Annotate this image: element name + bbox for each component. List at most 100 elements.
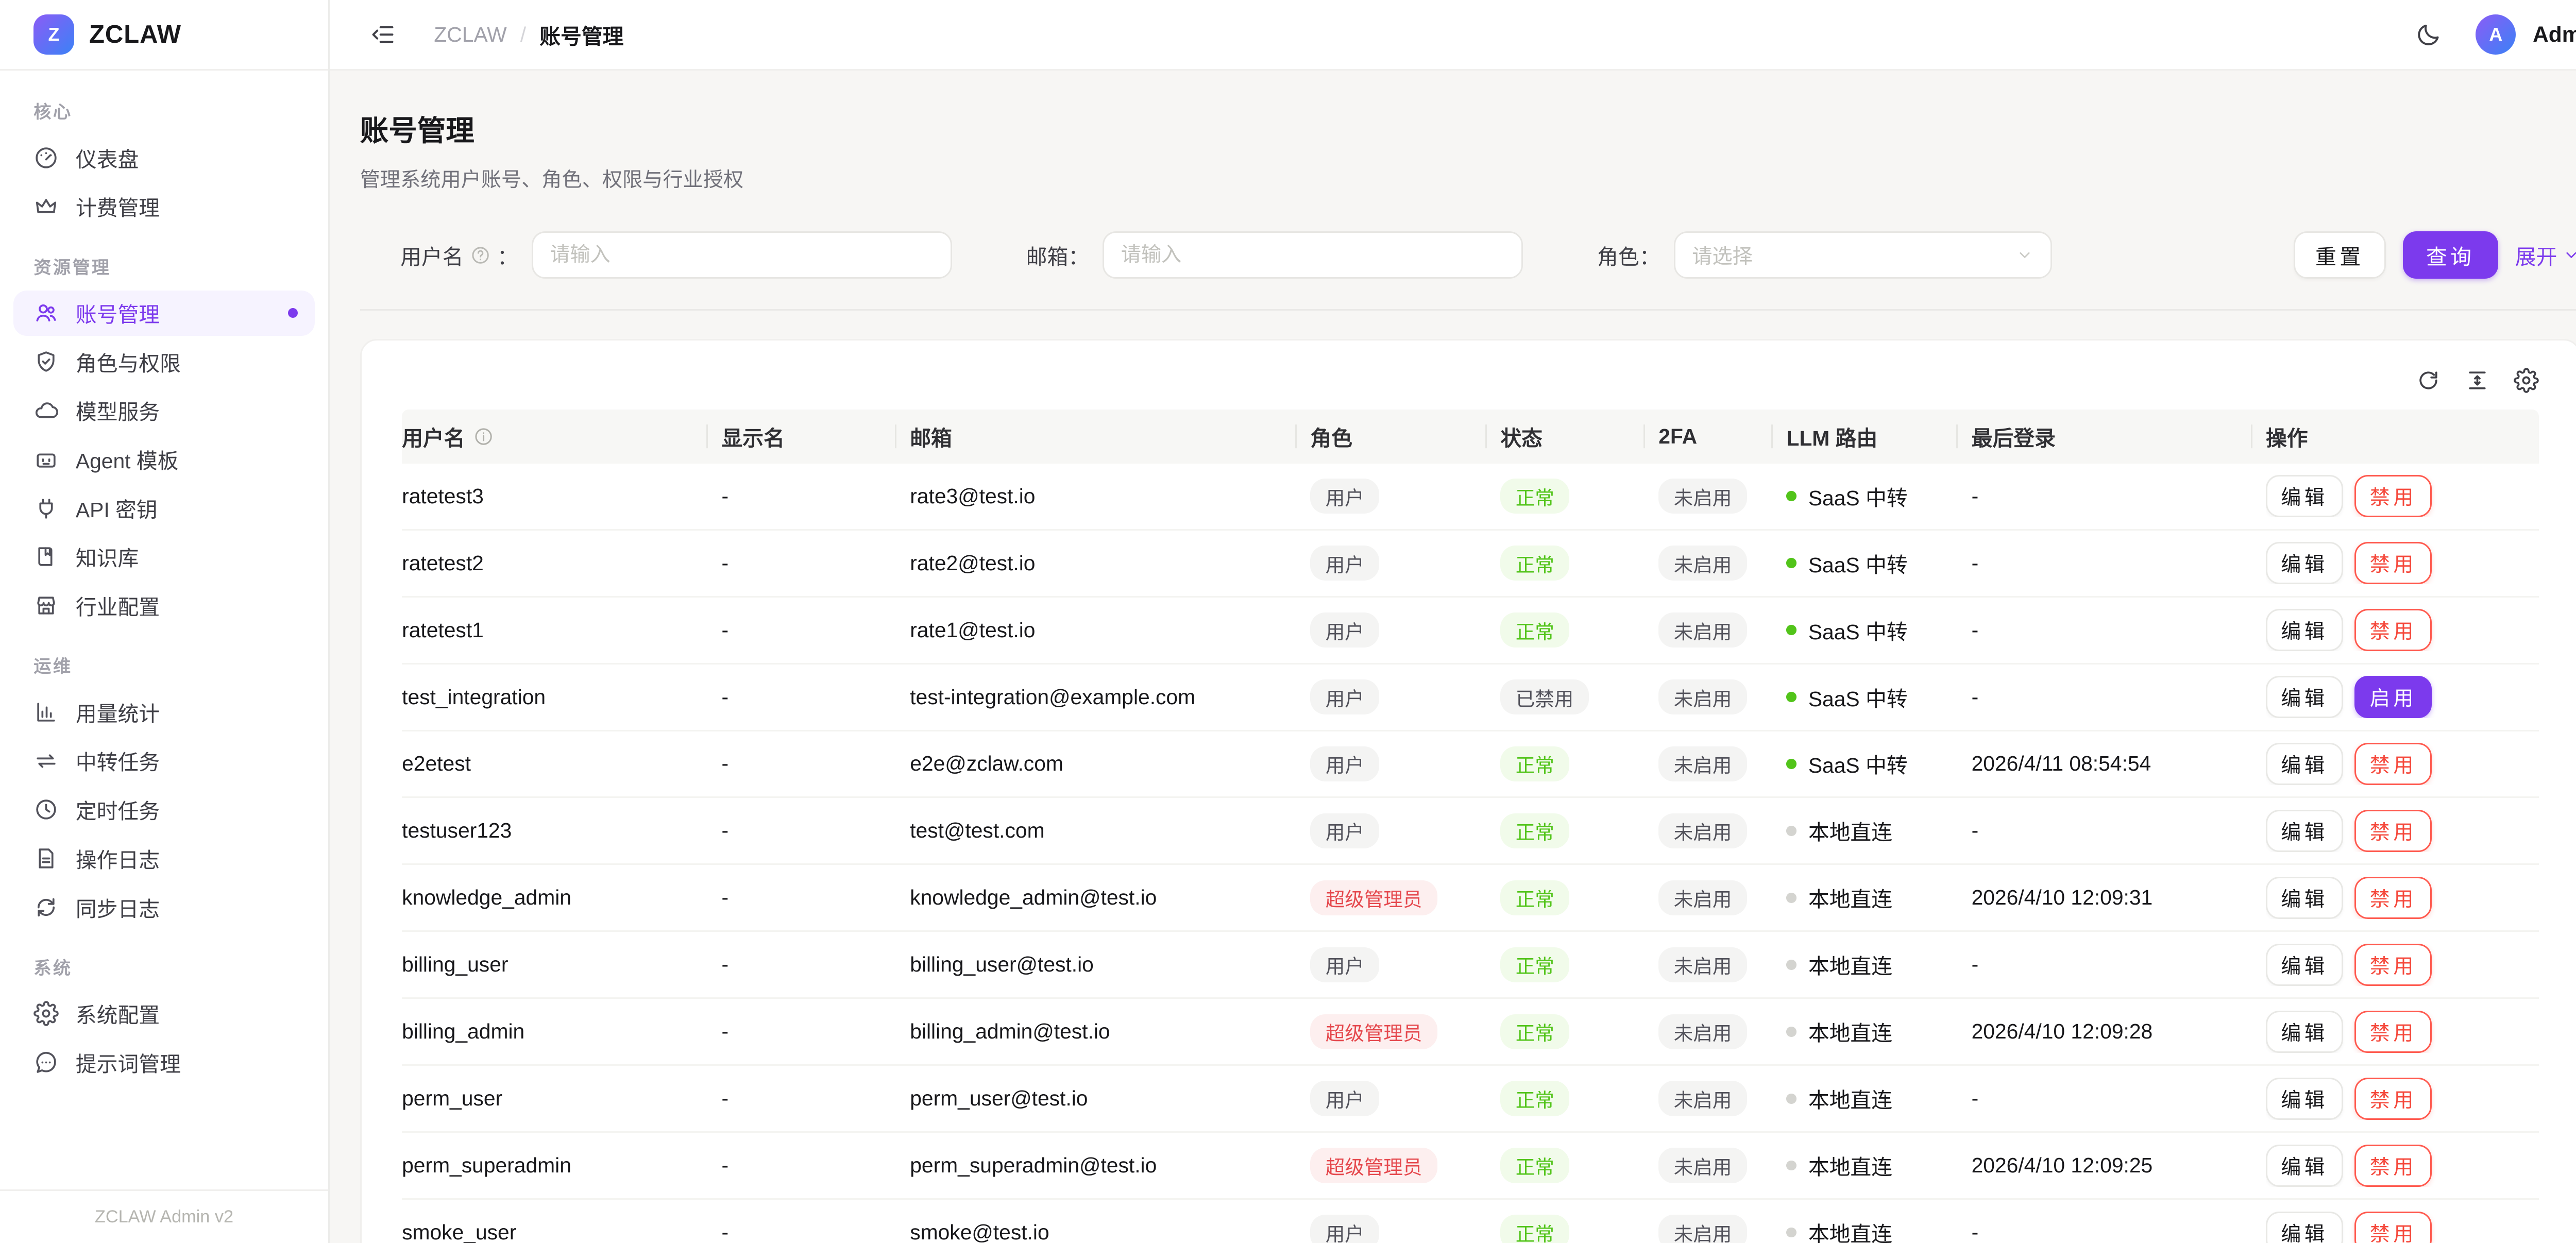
display-name-cell: - — [722, 752, 910, 776]
sidebar-item-op-logs[interactable]: 操作日志 — [13, 836, 315, 881]
dark-mode-toggle[interactable] — [2415, 21, 2442, 48]
email-cell: rate3@test.io — [910, 484, 1310, 508]
sidebar-collapse-icon[interactable] — [370, 21, 397, 48]
info-icon[interactable] — [473, 427, 494, 447]
column-header[interactable]: 角色 — [1310, 410, 1500, 463]
disable-button[interactable]: 禁用 — [2354, 1078, 2432, 1120]
sidebar-item-knowledge[interactable]: 知识库 — [13, 534, 315, 580]
last-login-cell: 2026/4/10 12:09:31 — [1972, 886, 2266, 910]
edit-button[interactable]: 编辑 — [2266, 1078, 2343, 1120]
avatar[interactable]: A — [2476, 14, 2516, 55]
disable-button[interactable]: 禁用 — [2354, 1145, 2432, 1187]
sidebar-item-billing[interactable]: 计费管理 — [13, 184, 315, 229]
disable-button[interactable]: 禁用 — [2354, 1212, 2432, 1243]
route-status-dot — [1786, 491, 1797, 501]
sidebar-item-industry[interactable]: 行业配置 — [13, 583, 315, 628]
column-header[interactable]: LLM 路由 — [1786, 410, 1971, 463]
role-badge: 用户 — [1310, 612, 1379, 648]
edit-button[interactable]: 编辑 — [2266, 1011, 2343, 1053]
refresh-icon[interactable] — [2416, 368, 2441, 393]
column-header[interactable]: 操作 — [2266, 410, 2539, 463]
role-select[interactable]: 请选择 — [1674, 231, 2053, 278]
app-logo[interactable]: Z ZCLAW — [0, 0, 328, 71]
sidebar-item-sync-logs[interactable]: 同步日志 — [13, 884, 315, 930]
sidebar-section-label: 资源管理 — [0, 233, 328, 287]
email-cell: perm_superadmin@test.io — [910, 1153, 1310, 1178]
status-badge: 正常 — [1500, 813, 1569, 849]
sidebar-item-settings[interactable]: 系统配置 — [13, 991, 315, 1036]
expand-link[interactable]: 展开 — [2515, 240, 2576, 270]
edit-button[interactable]: 编辑 — [2266, 475, 2343, 517]
edit-button[interactable]: 编辑 — [2266, 743, 2343, 785]
active-dot — [288, 308, 298, 318]
disable-button[interactable]: 禁用 — [2354, 743, 2432, 785]
sidebar-item-label: 同步日志 — [76, 892, 298, 923]
email-cell: smoke@test.io — [910, 1220, 1310, 1243]
sidebar-item-prompts[interactable]: 提示词管理 — [13, 1040, 315, 1085]
edit-button[interactable]: 编辑 — [2266, 810, 2343, 852]
email-input[interactable] — [1103, 231, 1523, 278]
disable-button[interactable]: 禁用 — [2354, 944, 2432, 986]
sidebar-item-roles[interactable]: 角色与权限 — [13, 339, 315, 384]
username-cell: ratetest1 — [402, 618, 721, 642]
edit-button[interactable]: 编辑 — [2266, 1212, 2343, 1243]
column-header[interactable]: 最后登录 — [1972, 410, 2266, 463]
row-height-icon[interactable] — [2465, 368, 2490, 393]
sidebar-item-api-keys[interactable]: API 密钥 — [13, 485, 315, 531]
column-settings-icon[interactable] — [2514, 368, 2539, 393]
edit-button[interactable]: 编辑 — [2266, 944, 2343, 986]
sidebar-item-models[interactable]: 模型服务 — [13, 388, 315, 433]
edit-button[interactable]: 编辑 — [2266, 1145, 2343, 1187]
disable-button[interactable]: 禁用 — [2354, 1011, 2432, 1053]
disable-button[interactable]: 禁用 — [2354, 877, 2432, 919]
username-cell: smoke_user — [402, 1220, 721, 1243]
help-icon[interactable] — [470, 245, 490, 265]
column-header[interactable]: 邮箱 — [910, 410, 1310, 463]
disable-button[interactable]: 禁用 — [2354, 475, 2432, 517]
column-header[interactable]: 2FA — [1658, 410, 1786, 463]
edit-button[interactable]: 编辑 — [2266, 542, 2343, 584]
table-row: test_integration - test-integration@exam… — [402, 665, 2539, 731]
last-login-cell: 2026/4/11 08:54:54 — [1972, 752, 2266, 776]
sidebar-item-usage[interactable]: 用量统计 — [13, 689, 315, 735]
row-actions: 编辑禁用 — [2266, 609, 2539, 651]
edit-button[interactable]: 编辑 — [2266, 609, 2343, 651]
column-header[interactable]: 用户名 — [402, 410, 721, 463]
llm-route-label: 本地直连 — [1808, 815, 1892, 846]
edit-button[interactable]: 编辑 — [2266, 676, 2343, 718]
breadcrumb-root[interactable]: ZCLAW — [434, 23, 506, 47]
user-name[interactable]: Admin — [2533, 22, 2576, 47]
sidebar-item-accounts[interactable]: 账号管理 — [13, 291, 315, 336]
disable-button[interactable]: 禁用 — [2354, 542, 2432, 584]
sidebar-item-relay-tasks[interactable]: 中转任务 — [13, 738, 315, 784]
username-input[interactable] — [532, 231, 952, 278]
sidebar-item-dashboard[interactable]: 仪表盘 — [13, 135, 315, 180]
2fa-badge: 未启用 — [1658, 813, 1747, 849]
sidebar-item-agent-templates[interactable]: Agent 模板 — [13, 437, 315, 482]
sidebar-item-cron[interactable]: 定时任务 — [13, 787, 315, 832]
reset-button[interactable]: 重置 — [2294, 231, 2386, 278]
email-filter-label: 邮箱： — [1026, 240, 1089, 270]
filter-username: 用户名 ： — [400, 231, 952, 278]
transfer-icon — [33, 748, 59, 774]
route-status-dot — [1786, 759, 1797, 769]
enable-button[interactable]: 启用 — [2354, 676, 2432, 718]
table-row: ratetest2 - rate2@test.io 用户 正常 未启用 SaaS… — [402, 531, 2539, 598]
last-login-cell: - — [1972, 551, 2266, 575]
app-name: ZCLAW — [89, 20, 181, 49]
username-cell: billing_admin — [402, 1019, 721, 1044]
search-button[interactable]: 查询 — [2403, 231, 2499, 278]
llm-route-label: SaaS 中转 — [1808, 748, 1908, 779]
username-cell: ratetest2 — [402, 551, 721, 575]
username-cell: billing_user — [402, 952, 721, 977]
disable-button[interactable]: 禁用 — [2354, 609, 2432, 651]
edit-button[interactable]: 编辑 — [2266, 877, 2343, 919]
plug-icon — [33, 496, 59, 521]
column-header[interactable]: 状态 — [1500, 410, 1658, 463]
disable-button[interactable]: 禁用 — [2354, 810, 2432, 852]
username-cell: perm_superadmin — [402, 1153, 721, 1178]
email-cell: billing_admin@test.io — [910, 1019, 1310, 1044]
column-header[interactable]: 显示名 — [722, 410, 910, 463]
sidebar-nav: 核心 仪表盘 计费管理 资源管理 账号管理 角色与权限 模型服务 Agent 模… — [0, 71, 328, 1189]
status-badge: 正常 — [1500, 880, 1569, 916]
